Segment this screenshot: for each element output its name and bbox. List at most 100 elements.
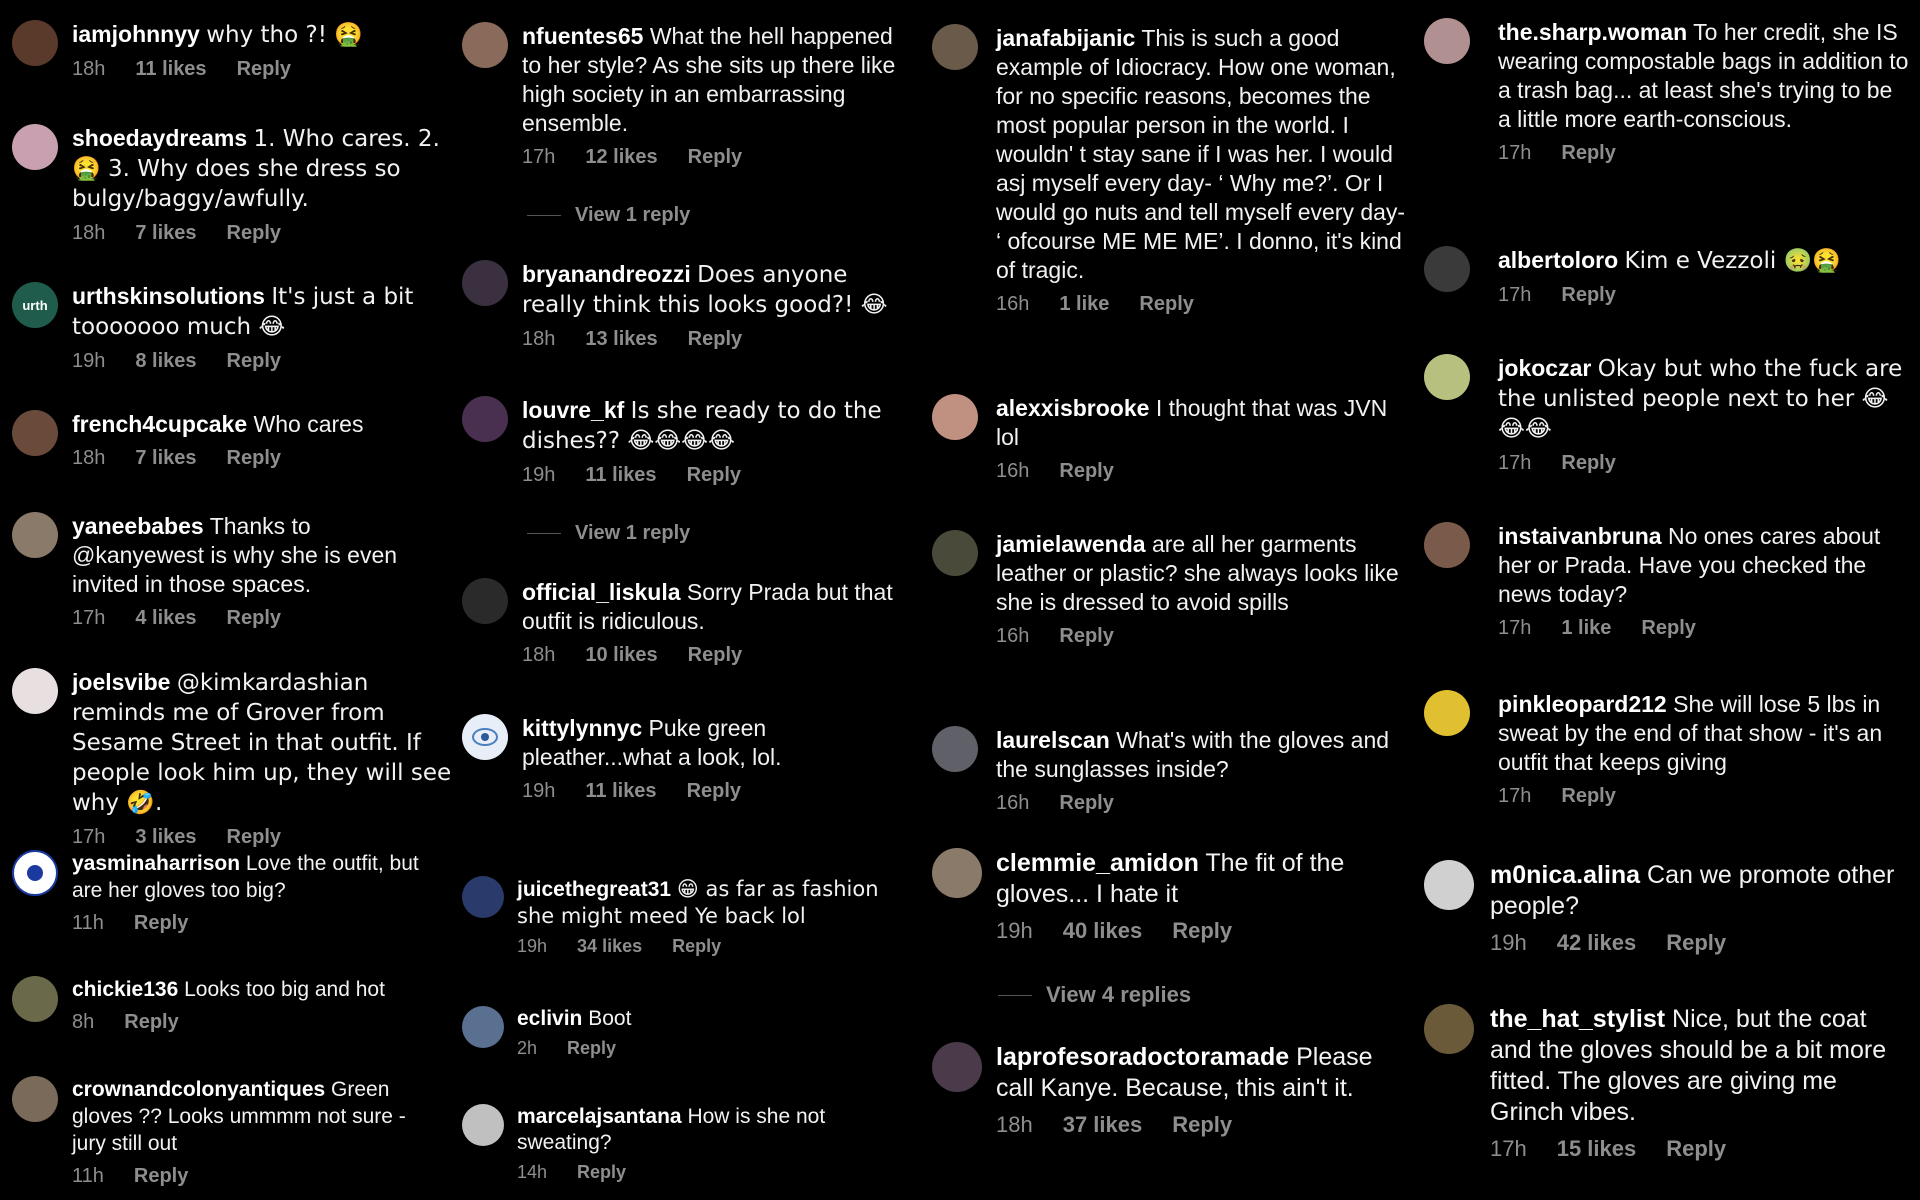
reply-button[interactable]: Reply (688, 644, 742, 667)
avatar[interactable] (932, 1042, 982, 1092)
username[interactable]: the_hat_stylist (1490, 1005, 1665, 1033)
reply-button[interactable]: Reply (577, 1162, 626, 1183)
username[interactable]: juicethegreat31 (517, 878, 671, 901)
username[interactable]: alexxisbrooke (996, 395, 1149, 421)
username[interactable]: official_liskula (522, 579, 681, 605)
like-count[interactable]: 10 likes (585, 644, 657, 667)
avatar[interactable] (1424, 354, 1470, 400)
username[interactable]: marcelajsantana (517, 1105, 682, 1128)
view-replies-label[interactable]: View 4 replies (1046, 982, 1191, 1008)
username[interactable]: albertoloro (1498, 247, 1618, 273)
username[interactable]: laprofesoradoctoramade (996, 1043, 1289, 1071)
avatar[interactable] (932, 24, 978, 70)
avatar[interactable] (462, 22, 508, 68)
avatar[interactable] (1424, 18, 1470, 64)
like-count[interactable]: 1 like (1561, 617, 1611, 640)
avatar[interactable] (932, 394, 978, 440)
view-replies-button[interactable]: View 4 replies (998, 982, 1191, 1008)
like-count[interactable]: 12 likes (585, 146, 657, 169)
reply-button[interactable]: Reply (134, 912, 188, 935)
username[interactable]: yasminaharrison (72, 852, 240, 875)
avatar[interactable] (1424, 860, 1474, 910)
reply-button[interactable]: Reply (1139, 293, 1193, 316)
reply-button[interactable]: Reply (687, 464, 741, 487)
reply-button[interactable]: Reply (672, 936, 721, 957)
avatar[interactable] (1424, 246, 1470, 292)
reply-button[interactable]: Reply (227, 350, 281, 373)
reply-button[interactable]: Reply (1641, 617, 1695, 640)
username[interactable]: kittylynnyc (522, 715, 642, 741)
avatar[interactable] (462, 1006, 504, 1048)
username[interactable]: nfuentes65 (522, 23, 643, 49)
reply-button[interactable]: Reply (1059, 460, 1113, 483)
avatar[interactable] (462, 876, 504, 918)
avatar[interactable] (932, 848, 982, 898)
avatar[interactable] (462, 396, 508, 442)
view-replies-label[interactable]: View 1 reply (575, 204, 690, 227)
username[interactable]: crownandcolonyantiques (72, 1078, 325, 1101)
avatar[interactable] (12, 410, 58, 456)
username[interactable]: the.sharp.woman (1498, 19, 1687, 45)
avatar[interactable] (1424, 1004, 1474, 1054)
like-count[interactable]: 34 likes (577, 936, 642, 957)
username[interactable]: louvre_kf (522, 397, 624, 423)
like-count[interactable]: 13 likes (585, 328, 657, 351)
reply-button[interactable]: Reply (688, 328, 742, 351)
username[interactable]: iamjohnnyy (72, 21, 200, 47)
reply-button[interactable]: Reply (227, 607, 281, 630)
username[interactable]: instaivanbruna (1498, 523, 1662, 549)
like-count[interactable]: 4 likes (135, 607, 196, 630)
reply-button[interactable]: Reply (134, 1165, 188, 1188)
like-count[interactable]: 42 likes (1557, 930, 1637, 956)
reply-button[interactable]: Reply (1666, 1136, 1726, 1162)
reply-button[interactable]: Reply (1561, 452, 1615, 475)
reply-button[interactable]: Reply (1059, 792, 1113, 815)
reply-button[interactable]: Reply (237, 58, 291, 81)
username[interactable]: shoedaydreams (72, 125, 247, 151)
like-count[interactable]: 15 likes (1557, 1136, 1637, 1162)
reply-button[interactable]: Reply (1172, 918, 1232, 944)
avatar[interactable] (12, 124, 58, 170)
avatar[interactable] (462, 1104, 504, 1146)
username[interactable]: jamielawenda (996, 531, 1146, 557)
view-replies-button[interactable]: View 1 reply (527, 522, 690, 545)
username[interactable]: bryanandreozzi (522, 261, 691, 287)
like-count[interactable]: 11 likes (585, 780, 656, 803)
reply-button[interactable]: Reply (1561, 785, 1615, 808)
reply-button[interactable]: Reply (567, 1038, 616, 1059)
avatar[interactable] (12, 20, 58, 66)
reply-button[interactable]: Reply (1561, 142, 1615, 165)
avatar[interactable] (462, 260, 508, 306)
username[interactable]: french4cupcake (72, 411, 247, 437)
reply-button[interactable]: Reply (1561, 284, 1615, 307)
like-count[interactable]: 1 like (1059, 293, 1109, 316)
like-count[interactable]: 11 likes (135, 58, 206, 81)
like-count[interactable]: 7 likes (135, 447, 196, 470)
reply-button[interactable]: Reply (227, 222, 281, 245)
username[interactable]: jokoczar (1498, 355, 1591, 381)
reply-button[interactable]: Reply (687, 780, 741, 803)
like-count[interactable]: 11 likes (585, 464, 656, 487)
avatar[interactable] (932, 530, 978, 576)
avatar[interactable] (12, 668, 58, 714)
avatar[interactable] (462, 578, 508, 624)
username[interactable]: pinkleopard212 (1498, 691, 1667, 717)
reply-button[interactable]: Reply (227, 447, 281, 470)
like-count[interactable]: 3 likes (135, 826, 196, 849)
reply-button[interactable]: Reply (688, 146, 742, 169)
like-count[interactable]: 7 likes (135, 222, 196, 245)
username[interactable]: laurelscan (996, 727, 1110, 753)
reply-button[interactable]: Reply (1059, 625, 1113, 648)
like-count[interactable]: 8 likes (135, 350, 196, 373)
reply-button[interactable]: Reply (124, 1011, 178, 1034)
reply-button[interactable]: Reply (1666, 930, 1726, 956)
avatar[interactable]: urth (12, 282, 58, 328)
avatar[interactable] (12, 976, 58, 1022)
view-replies-button[interactable]: View 1 reply (527, 204, 690, 227)
avatar[interactable] (12, 850, 58, 896)
username[interactable]: yaneebabes (72, 513, 204, 539)
username[interactable]: clemmie_amidon (996, 849, 1199, 877)
username[interactable]: joelsvibe (72, 669, 170, 695)
avatar[interactable] (12, 1076, 58, 1122)
username[interactable]: chickie136 (72, 978, 178, 1001)
